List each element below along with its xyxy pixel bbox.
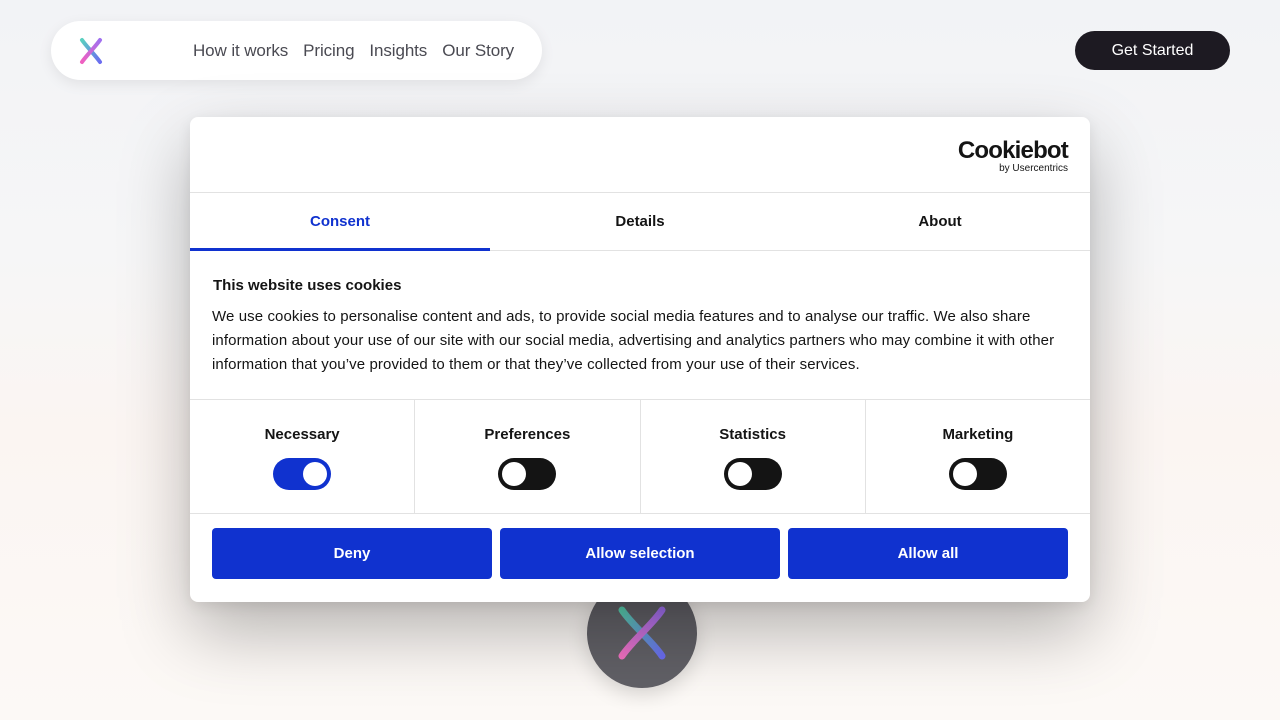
necessary-toggle[interactable] [273,458,332,490]
cookiebot-sub: by Usercentrics [999,163,1068,174]
toggle-label-preferences: Preferences [484,426,571,443]
allow-selection-button[interactable]: Allow selection [500,528,780,579]
nav-link-our-story[interactable]: Our Story [442,41,514,61]
consent-toggles: Necessary Preferences Statistics Marketi… [190,399,1090,514]
dialog-buttons: Deny Allow selection Allow all [212,528,1068,579]
dialog-title: This website uses cookies [213,277,402,294]
allow-all-button[interactable]: Allow all [788,528,1068,579]
tab-details[interactable]: Details [490,193,790,250]
x-logo-icon[interactable] [77,37,105,65]
toggle-label-necessary: Necessary [264,426,340,443]
tab-about[interactable]: About [790,193,1090,250]
toggle-label-marketing: Marketing [942,426,1014,443]
nav-links: How it works Pricing Insights Our Story [193,21,514,80]
x-logo-icon [618,606,666,660]
toggle-cell-statistics: Statistics [641,400,866,513]
get-started-button[interactable]: Get Started [1075,31,1230,70]
toggle-knob [502,462,527,486]
toggle-cell-marketing: Marketing [866,400,1090,513]
cookie-consent-dialog: Cookiebot by Usercentrics Consent Detail… [190,117,1090,602]
dialog-tabs: Consent Details About [190,193,1090,251]
dialog-description: We use cookies to personalise content an… [212,308,1055,373]
preferences-toggle[interactable] [498,458,557,490]
marketing-toggle[interactable] [948,458,1007,490]
top-nav: How it works Pricing Insights Our Story [51,21,542,80]
toggle-cell-necessary: Necessary [190,400,416,513]
toggle-knob [727,462,752,486]
statistics-toggle[interactable] [723,458,782,490]
dialog-header: Cookiebot by Usercentrics [190,117,1090,193]
toggle-knob [952,462,977,486]
nav-link-how-it-works[interactable]: How it works [193,41,288,61]
nav-link-pricing[interactable]: Pricing [303,41,354,61]
toggle-knob [303,462,328,486]
toggle-label-statistics: Statistics [719,426,786,443]
cookiebot-brand: Cookiebot [957,137,1069,164]
nav-link-insights[interactable]: Insights [369,41,427,61]
toggle-cell-preferences: Preferences [415,400,641,513]
cookiebot-logo: Cookiebot by Usercentrics [957,137,1069,174]
tab-consent[interactable]: Consent [190,193,490,251]
deny-button[interactable]: Deny [212,528,492,579]
